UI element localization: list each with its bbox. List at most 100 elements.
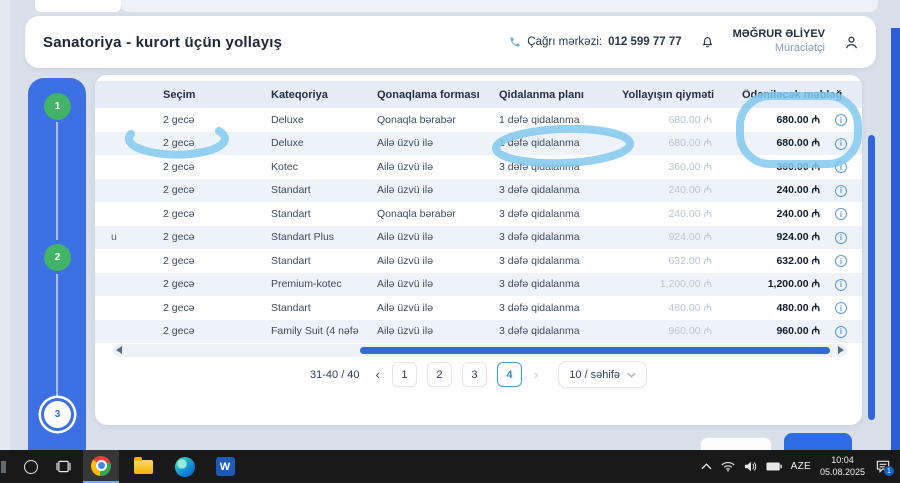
info-icon[interactable]: i bbox=[835, 302, 847, 314]
cell-secim: 2 gecə bbox=[145, 184, 253, 196]
info-icon[interactable]: i bbox=[835, 208, 847, 220]
cell-qiymet: 240.00 ₼ bbox=[604, 207, 724, 221]
table-row[interactable]: 2 gecə Standart Ailə üzvü ilə 3 dəfə qid… bbox=[95, 179, 862, 203]
table-row[interactable]: 2 gecə Deluxe Ailə üzvü ilə 1 dəfə qidal… bbox=[95, 132, 862, 156]
column-header-mebleg: Ödəniləcək məbləğ bbox=[724, 89, 862, 101]
table-row[interactable]: u 2 gecə Standart Plus Ailə üzvü ilə 3 d… bbox=[95, 226, 862, 250]
language-indicator[interactable]: AZE bbox=[791, 461, 811, 472]
pagination-page-4-active[interactable]: 4 bbox=[497, 362, 522, 387]
scrollbar-thumb[interactable] bbox=[360, 347, 830, 354]
cell-mebleg: 680.00 ₼ bbox=[724, 136, 832, 150]
cell-qonaqlama: Ailə üzvü ilə bbox=[359, 302, 481, 314]
table-row[interactable]: 2 gecə Kotec Ailə üzvü ilə 3 dəfə qidala… bbox=[95, 155, 862, 179]
chrome-icon[interactable] bbox=[83, 450, 119, 483]
word-icon[interactable]: W bbox=[210, 450, 240, 483]
info-icon[interactable]: i bbox=[835, 161, 847, 173]
background-card-remnant bbox=[35, 0, 121, 12]
cell-mebleg: 1,200.00 ₼ bbox=[724, 277, 832, 291]
tray-time: 10:04 bbox=[831, 455, 854, 465]
table-row[interactable]: 2 gecə Family Suit (4 nəfər) Ailə üzvü i… bbox=[95, 320, 862, 344]
pagination-page-2[interactable]: 2 bbox=[427, 362, 452, 387]
cell-qidalanma: 3 dəfə qidalanma bbox=[481, 184, 604, 196]
page-vertical-scrollbar[interactable] bbox=[868, 135, 875, 420]
cell-secim: 2 gecə bbox=[145, 114, 253, 126]
info-icon[interactable]: i bbox=[835, 232, 847, 244]
table-row[interactable]: 2 gecə Standart Ailə üzvü ilə 3 dəfə qid… bbox=[95, 296, 862, 320]
info-icon[interactable]: i bbox=[835, 185, 847, 197]
cell-secim: 2 gecə bbox=[145, 255, 253, 267]
cell-qidalanma: 3 dəfə qidalanma bbox=[481, 302, 604, 314]
cell-qonaqlama: Ailə üzvü ilə bbox=[359, 255, 481, 267]
info-icon[interactable]: i bbox=[835, 326, 847, 338]
bell-icon[interactable] bbox=[700, 34, 715, 50]
battery-icon[interactable] bbox=[766, 462, 782, 471]
pagination-page-1[interactable]: 1 bbox=[392, 362, 417, 387]
stepper-step-3[interactable]: 3 bbox=[44, 401, 71, 428]
volume-icon[interactable] bbox=[744, 461, 757, 472]
info-icon[interactable]: i bbox=[835, 279, 847, 291]
pagination-page-3[interactable]: 3 bbox=[462, 362, 487, 387]
tray-expand-icon[interactable] bbox=[701, 463, 712, 470]
row-stray-fragment: u bbox=[95, 231, 145, 243]
scroll-right-arrow[interactable] bbox=[838, 346, 844, 354]
info-icon[interactable]: i bbox=[835, 255, 847, 267]
user-name: MƏĞRUR ƏLİYEV bbox=[733, 28, 825, 42]
column-header-qidalanma: Qidalanma planı bbox=[481, 89, 604, 101]
chevron-down-icon bbox=[627, 372, 636, 378]
table-horizontal-scrollbar[interactable] bbox=[113, 344, 847, 357]
stepper-step-2[interactable]: 2 bbox=[44, 244, 71, 271]
cell-mebleg: 632.00 ₼ bbox=[724, 254, 832, 268]
table-row[interactable]: 2 gecə Standart Qonaqla bərabər 3 dəfə q… bbox=[95, 202, 862, 226]
tray-date: 05.08.2025 bbox=[820, 467, 865, 477]
cell-qidalanma: 3 dəfə qidalanma bbox=[481, 161, 604, 173]
cell-qidalanma: 3 dəfə qidalanma bbox=[481, 255, 604, 267]
stepper-connector bbox=[56, 122, 58, 240]
table-row[interactable]: 2 gecə Deluxe Qonaqla bərabər 1 dəfə qid… bbox=[95, 108, 862, 132]
scroll-left-arrow[interactable] bbox=[116, 346, 122, 354]
cell-mebleg: 360.00 ₼ bbox=[724, 160, 832, 174]
info-icon[interactable]: i bbox=[835, 114, 847, 126]
cell-qiymet: 632.00 ₼ bbox=[604, 254, 724, 268]
cell-qonaqlama: Ailə üzvü ilə bbox=[359, 231, 481, 243]
info-icon[interactable]: i bbox=[835, 138, 847, 150]
cortana-icon[interactable] bbox=[18, 450, 44, 483]
cell-qidalanma: 3 dəfə qidalanma bbox=[481, 231, 604, 243]
pagination-prev-button[interactable]: ‹ bbox=[374, 367, 382, 382]
cell-qidalanma: 3 dəfə qidalanma bbox=[481, 278, 604, 290]
cell-qiymet: 240.00 ₼ bbox=[604, 183, 724, 197]
results-card: Seçim Kateqoriya Qonaqlama forması Qidal… bbox=[95, 75, 862, 425]
pagination: 31-40 / 40 ‹ 1 2 3 4 › 10 / səhifə bbox=[95, 361, 862, 388]
page-size-value: 10 / səhifə bbox=[569, 369, 620, 381]
background-card-remnant bbox=[121, 0, 878, 12]
page-title: Sanatoriya - kurort üçün yollayış bbox=[43, 34, 282, 51]
user-role: Müraciətçi bbox=[733, 42, 825, 56]
windows-taskbar: W AZE 10:04 05.08.2025 1 bbox=[0, 450, 900, 483]
notification-center-icon[interactable]: 1 bbox=[876, 460, 890, 473]
task-view-icon[interactable] bbox=[50, 450, 76, 483]
column-header-secim: Seçim bbox=[145, 89, 253, 101]
cell-secim: 2 gecə bbox=[145, 302, 253, 314]
start-button-partial[interactable] bbox=[0, 450, 6, 483]
edge-icon[interactable] bbox=[170, 450, 200, 483]
table-row[interactable]: 2 gecə Standart Ailə üzvü ilə 3 dəfə qid… bbox=[95, 249, 862, 273]
user-info: MƏĞRUR ƏLİYEV Müraciətçi bbox=[733, 28, 825, 56]
cell-secim: 2 gecə bbox=[145, 278, 253, 290]
clock[interactable]: 10:04 05.08.2025 bbox=[820, 455, 865, 478]
wifi-icon[interactable] bbox=[721, 461, 735, 472]
stepper-step-1[interactable]: 1 bbox=[44, 93, 71, 120]
cell-qidalanma: 3 dəfə qidalanma bbox=[481, 325, 604, 337]
cell-kateqoriya: Deluxe bbox=[253, 114, 359, 126]
cell-mebleg: 924.00 ₼ bbox=[724, 230, 832, 244]
cell-kateqoriya: Premium-kotec bbox=[253, 278, 359, 290]
header-bar: Sanatoriya - kurort üçün yollayış Çağrı … bbox=[25, 16, 876, 68]
system-tray: AZE 10:04 05.08.2025 1 bbox=[701, 450, 900, 483]
column-header-kateqoriya: Kateqoriya bbox=[253, 89, 359, 101]
cell-qonaqlama: Ailə üzvü ilə bbox=[359, 137, 481, 149]
cell-qidalanma: 1 dəfə qidalanma bbox=[481, 114, 604, 126]
cell-qiymet: 680.00 ₼ bbox=[604, 113, 724, 127]
table-row[interactable]: 2 gecə Premium-kotec Ailə üzvü ilə 3 dəf… bbox=[95, 273, 862, 297]
pagination-next-button[interactable]: › bbox=[532, 367, 540, 382]
file-explorer-icon[interactable] bbox=[128, 450, 158, 483]
page-size-select[interactable]: 10 / səhifə bbox=[558, 361, 647, 388]
user-icon[interactable] bbox=[843, 34, 860, 51]
